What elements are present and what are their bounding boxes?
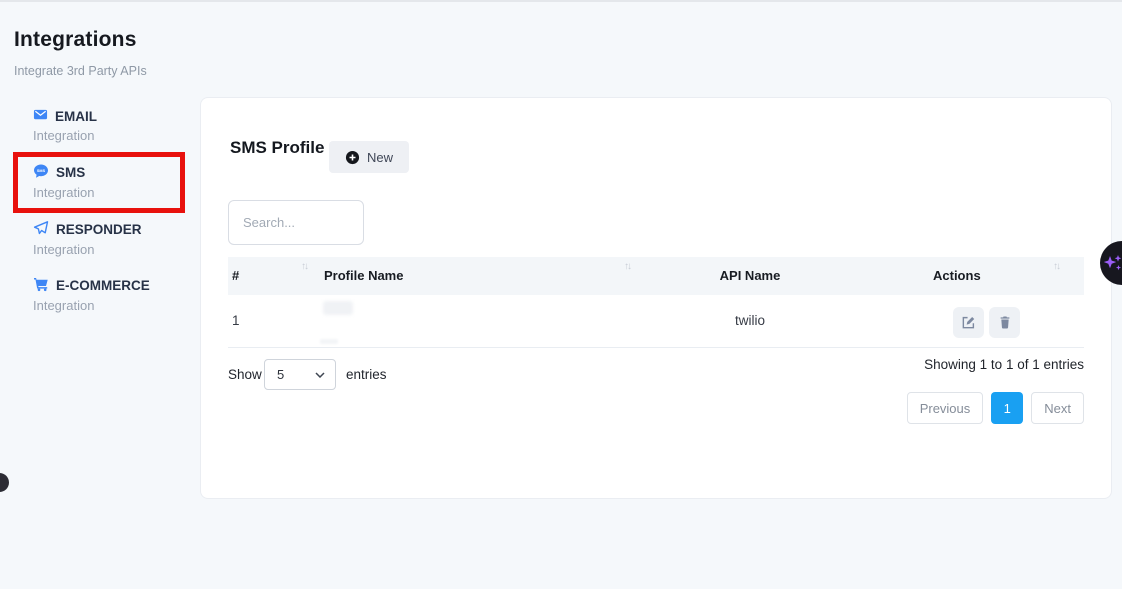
column-header-actions[interactable]: Actions [933,268,981,283]
annotation-highlight-box [13,152,185,213]
cell-profile-name-redacted [323,301,353,315]
sort-icon[interactable]: ↑↓ [1053,261,1059,272]
edit-icon [961,315,976,330]
sidebar-item-ecommerce[interactable]: E-COMMERCE Integration [33,276,193,313]
sidebar-item-responder[interactable]: RESPONDER Integration [33,220,193,257]
sidebar-item-email[interactable]: EMAIL Integration [33,107,193,143]
new-button-label: New [367,150,393,165]
shopping-cart-icon [33,276,49,295]
page-title: Integrations [14,28,137,52]
table-row-divider [228,347,1084,348]
entries-select[interactable]: 5 [264,359,336,390]
entries-select-value: 5 [277,367,284,382]
page-subtitle: Integrate 3rd Party APIs [14,64,147,78]
paper-plane-icon [33,220,49,239]
sidebar-item-sublabel: Integration [33,128,193,143]
previous-page-button[interactable]: Previous [907,392,984,424]
cell-profile-name-redacted-2 [320,339,338,344]
cell-index: 1 [232,313,240,328]
table-info-text: Showing 1 to 1 of 1 entries [924,357,1084,372]
column-header-api-name[interactable]: API Name [720,268,781,283]
trash-icon [998,315,1012,330]
show-label: Show [228,367,262,382]
search-input[interactable] [228,200,364,245]
page-1-button[interactable]: 1 [991,392,1023,424]
pagination: Previous 1 Next [907,392,1084,424]
sidebar-item-label: EMAIL [55,109,97,124]
sidebar-item-sublabel: Integration [33,298,193,313]
left-edge-dot[interactable] [0,473,9,492]
envelope-icon [33,107,48,125]
new-button[interactable]: New [329,141,409,173]
sort-icon[interactable]: ↑↓ [301,261,307,272]
cell-api-name: twilio [735,313,765,328]
sidebar-item-label: E-COMMERCE [56,278,150,293]
entries-label: entries [346,367,387,382]
sort-icon[interactable]: ↑↓ [624,261,630,272]
sidebar-item-label: RESPONDER [56,222,142,237]
sidebar-item-sublabel: Integration [33,242,193,257]
column-header-index[interactable]: # [232,268,239,283]
edit-button[interactable] [953,307,984,338]
column-header-profile-name[interactable]: Profile Name [324,268,403,283]
plus-circle-icon [345,150,360,165]
sparkles-icon [1102,252,1122,274]
chevron-down-icon [315,372,325,378]
panel-title: SMS Profile [230,138,324,158]
integrations-page: Integrations Integrate 3rd Party APIs EM… [0,0,1122,589]
delete-button[interactable] [989,307,1020,338]
next-page-button[interactable]: Next [1031,392,1084,424]
